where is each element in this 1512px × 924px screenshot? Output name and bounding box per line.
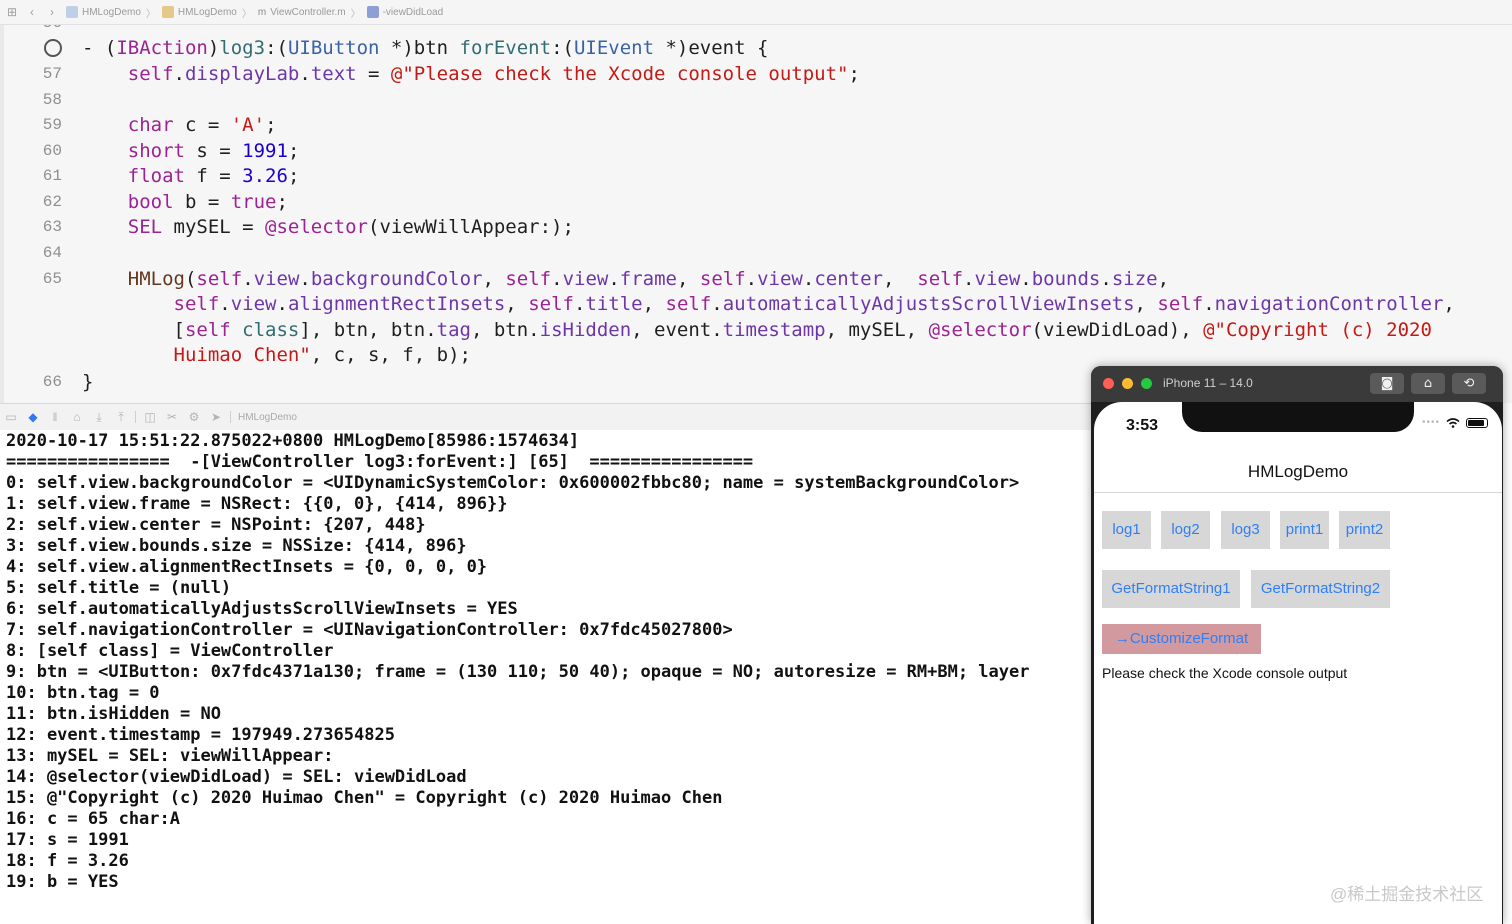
method-icon [366,6,379,18]
simulator-window: iPhone 11 – 14.0 ◙ ⌂ ⟲ 3:53 •••• HMLogDe… [1091,366,1503,924]
console-line: 4: self.view.alignmentRectInsets = {0, 0… [6,557,488,577]
view-hierarchy-icon[interactable]: ◫ [139,410,161,424]
pause-icon[interactable]: ‖ [44,410,66,424]
get-format-string2-button[interactable]: GetFormatString2 [1251,570,1390,608]
console-line: 7: self.navigationController = <UINaviga… [6,620,733,640]
gutter-edge [0,25,4,403]
memory-graph-icon[interactable]: ✂ [161,410,183,424]
console-line: 18: f = 3.26 [6,851,129,871]
location-icon[interactable]: ➤ [205,410,227,424]
environment-overrides-icon[interactable]: ⚙ [183,410,205,424]
wifi-icon [1446,417,1460,428]
folder-icon [161,6,174,18]
console-line: 17: s = 1991 [6,830,129,850]
objc-file-icon: m [257,6,267,18]
console-line: 12: event.timestamp = 197949.273654825 [6,725,395,745]
log2-button[interactable]: log2 [1161,511,1210,549]
print2-button[interactable]: print2 [1339,511,1390,549]
status-time: 3:53 [1126,417,1159,434]
console-line: 6: self.automaticallyAdjustsScrollViewIn… [6,599,518,619]
print1-button[interactable]: print1 [1280,511,1329,549]
debug-bar: ▭ ◆ ‖ ⌂ ⤓ ⤒ ◫ ✂ ⚙ ➤ HMLogDemo [0,403,1095,431]
log1-button[interactable]: log1 [1102,511,1151,549]
close-window-icon[interactable] [1103,378,1114,389]
customize-format-button[interactable]: →CustomizeFormat [1102,624,1261,654]
process-selector[interactable]: HMLogDemo [238,412,297,423]
device-screen: 3:53 •••• HMLogDemo log1 log2 log3 print… [1094,402,1502,924]
breadcrumb-method[interactable]: -viewDidLoad [366,6,443,18]
console-line: 15: @"Copyright (c) 2020 Huimao Chen" = … [6,788,723,808]
project-icon [66,6,78,18]
breakpoints-toggle-icon[interactable]: ◆ [22,410,44,424]
console-line: 9: btn = <UIButton: 0x7fdc4371a130; fram… [6,662,1030,682]
console-line: 19: b = YES [6,872,119,892]
hide-debug-area-icon[interactable]: ▭ [0,410,22,424]
rotate-icon[interactable]: ⟲ [1452,373,1486,394]
home-icon[interactable]: ⌂ [1411,373,1445,394]
get-format-string1-button[interactable]: GetFormatString1 [1102,570,1240,608]
source-editor[interactable]: 56 - (IBAction)log3:(UIButton *)btn forE… [0,25,1512,403]
jump-bar: ⊞ ‹ › HMLogDemo 〉 HMLogDemo 〉 m ViewControl… [0,0,1512,25]
watermark: @稀土掘金技术社区 [1330,885,1484,904]
console-line: ================ -[ViewController log3:f… [6,452,754,472]
console-line: 1: self.view.frame = NSRect: {{0, 0}, {4… [6,494,508,514]
console-line: 13: mySEL = SEL: viewWillAppear: [6,746,334,766]
screenshot-icon[interactable]: ◙ [1370,373,1404,394]
console-line: 3: self.view.bounds.size = NSSize: {414,… [6,536,467,556]
battery-icon [1466,417,1488,428]
divider [135,411,136,423]
breadcrumb-group[interactable]: HMLogDemo 〉 [161,5,252,20]
console-line: 16: c = 65 char:A [6,809,180,829]
divider [230,411,231,423]
minimize-window-icon[interactable] [1122,378,1133,389]
console-line: 2020-10-17 15:51:22.875022+0800 HMLogDem… [6,431,580,451]
console-output[interactable]: 2020-10-17 15:51:22.875022+0800 HMLogDem… [0,430,1095,924]
display-label: Please check the Xcode console output [1102,665,1348,681]
nav-bar-divider [1094,492,1502,493]
step-out-icon[interactable]: ⤒ [110,410,132,425]
console-line: 0: self.view.backgroundColor = <UIDynami… [6,473,1020,493]
breadcrumb-file[interactable]: m ViewController.m 〉 [258,5,361,20]
simulator-device-name: iPhone 11 – 14.0 [1163,376,1253,390]
console-line: 2: self.view.center = NSPoint: {207, 448… [6,515,426,535]
nav-title: HMLogDemo [1247,462,1349,481]
related-items-icon[interactable]: ⊞ [4,5,20,19]
console-line: 14: @selector(viewDidLoad) = SEL: viewDi… [6,767,467,787]
signal-icon: •••• [1421,417,1440,428]
console-line: 5: self.title = (null) [6,578,232,598]
forward-icon[interactable]: › [44,5,60,19]
device-notch [1182,402,1414,432]
step-over-icon[interactable]: ⌂ [66,410,88,424]
breakpoint-circle-icon[interactable] [44,39,62,57]
breadcrumb-project[interactable]: HMLogDemo 〉 [66,5,156,20]
zoom-window-icon[interactable] [1141,378,1152,389]
log3-button[interactable]: log3 [1221,511,1270,549]
console-line: 11: btn.isHidden = NO [6,704,221,724]
console-line: 10: btn.tag = 0 [6,683,160,703]
status-icons: •••• [1422,417,1488,428]
simulator-title-bar[interactable]: iPhone 11 – 14.0 ◙ ⌂ ⟲ [1091,366,1503,402]
console-line: 8: [self class] = ViewController [6,641,334,661]
back-icon[interactable]: ‹ [24,5,40,19]
step-into-icon[interactable]: ⤓ [88,410,110,425]
